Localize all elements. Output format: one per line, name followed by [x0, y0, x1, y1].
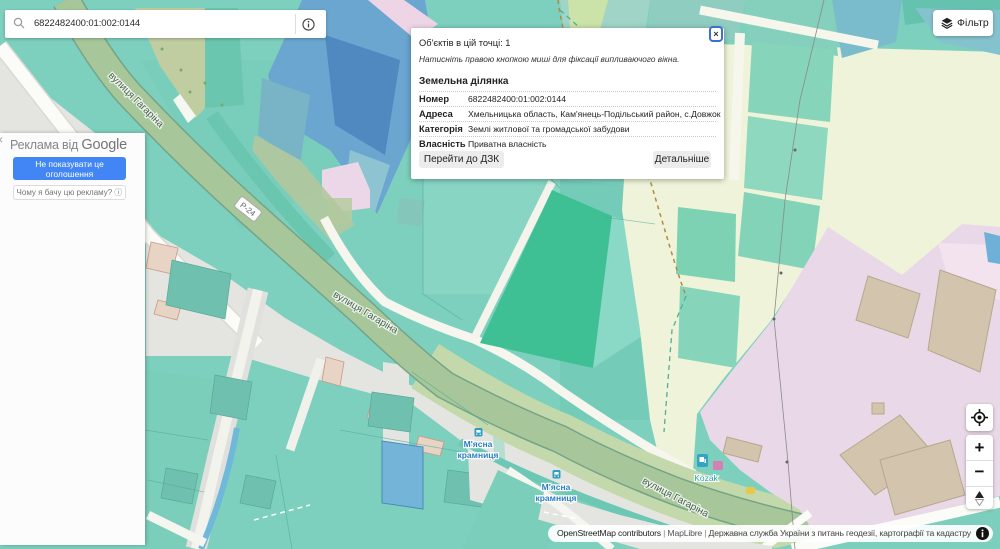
svg-text:крамниця: крамниця: [457, 450, 498, 460]
svg-text:Kozak: Kozak: [694, 473, 718, 483]
svg-text:М'ясна: М'ясна: [464, 439, 493, 449]
svg-text:крамниця: крамниця: [535, 493, 576, 503]
svg-text:М'ясна: М'ясна: [542, 482, 571, 492]
